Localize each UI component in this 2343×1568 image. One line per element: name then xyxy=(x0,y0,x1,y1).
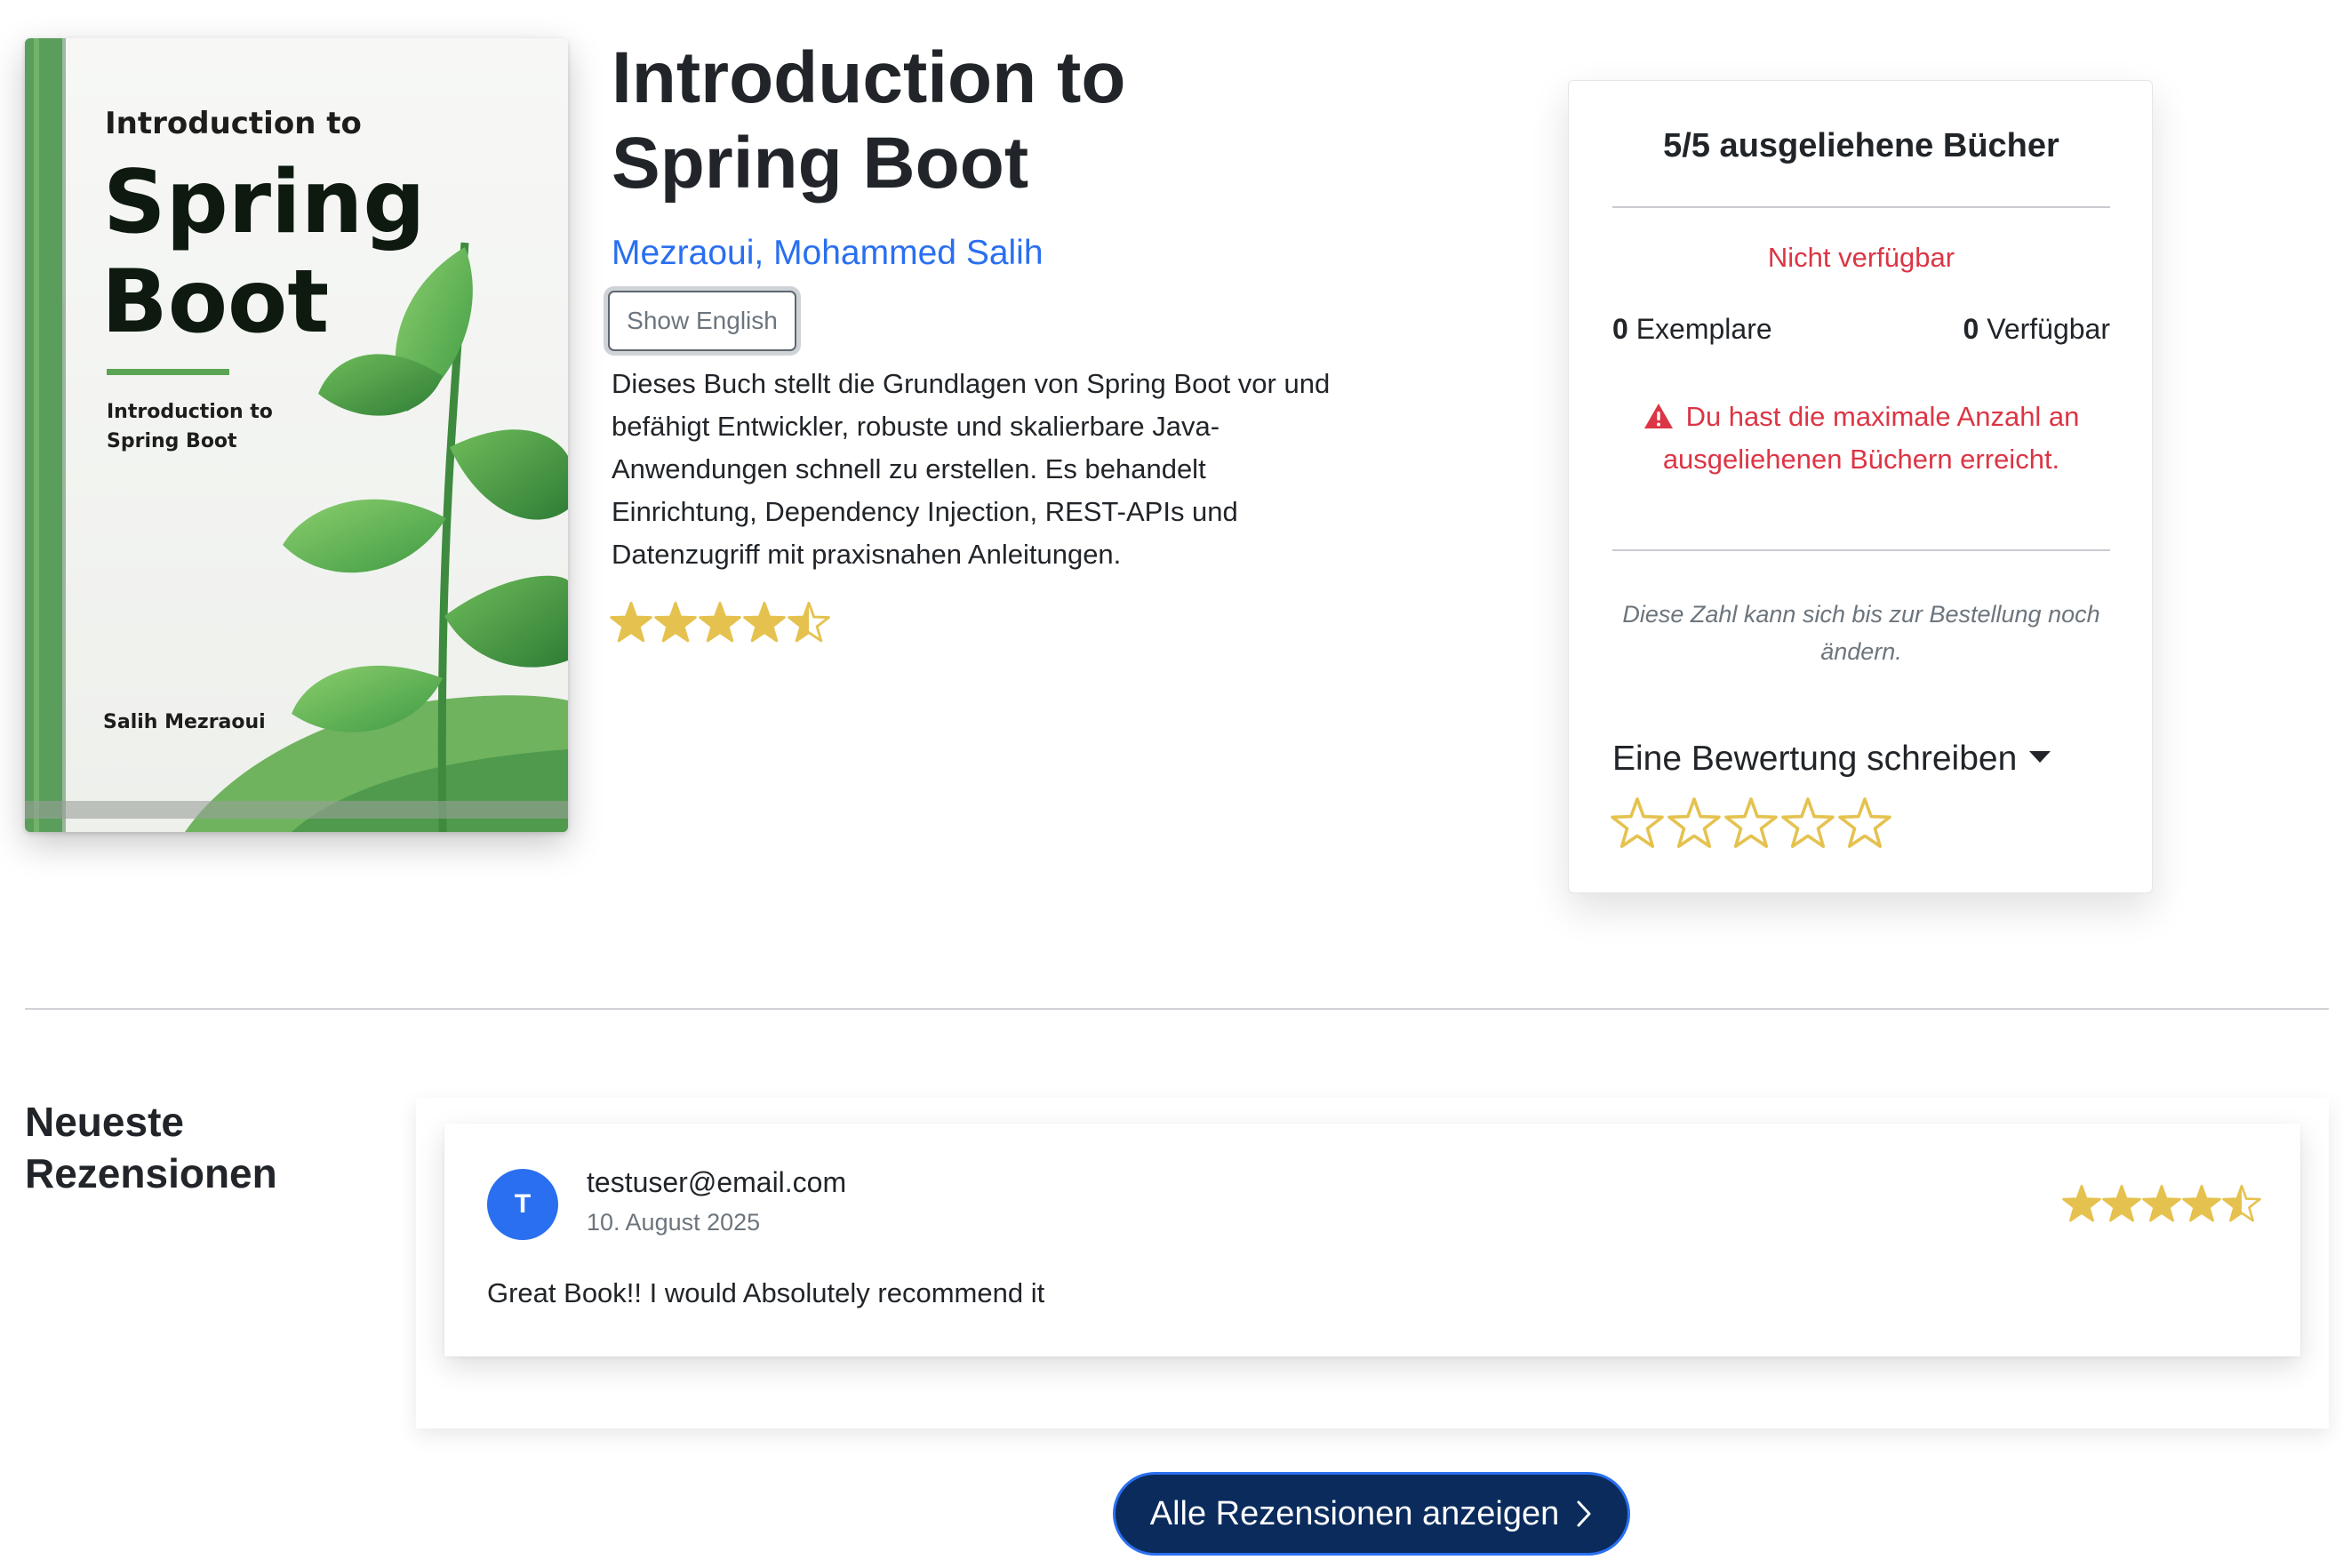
star-full-icon xyxy=(2102,1184,2141,1223)
available-stat: 0 Verfügbar xyxy=(1778,313,2110,346)
reviews-heading: Neueste Rezensionen xyxy=(25,1099,277,1196)
star-outline-icon[interactable] xyxy=(1611,796,1664,850)
card-divider-2 xyxy=(1612,549,2110,551)
availability-status: Nicht verfügbar xyxy=(1767,242,1955,273)
all-reviews-label: Alle Rezensionen anzeigen xyxy=(1149,1494,1560,1532)
review-rating xyxy=(2062,1184,2261,1223)
warning-triangle-icon xyxy=(1643,404,1673,428)
write-review-label: Eine Bewertung schreiben xyxy=(1612,740,2018,778)
caret-down-icon xyxy=(2029,751,2051,763)
star-full-icon xyxy=(654,601,697,645)
star-outline-icon[interactable] xyxy=(1724,796,1778,850)
book-cover-art: Introduction to Spring Boot Introduction… xyxy=(25,38,568,832)
cover-author: Salih Mezraoui xyxy=(103,711,266,733)
borrow-limit-alert-text: Du hast die maximale Anzahl an ausgelieh… xyxy=(1662,401,2080,475)
star-outline-icon[interactable] xyxy=(1667,796,1721,850)
copies-count: 0 xyxy=(1612,313,1628,345)
borrowed-count-heading: 5/5 ausgeliehene Bücher xyxy=(1663,127,2059,164)
author-link[interactable]: Mezraoui, Mohammed Salih xyxy=(612,234,1044,273)
star-outline-icon[interactable] xyxy=(1781,796,1835,850)
review-card xyxy=(444,1124,2300,1356)
review-star-input[interactable] xyxy=(1611,796,1891,850)
review-date: 10. August 2025 xyxy=(587,1209,761,1236)
star-full-icon xyxy=(2142,1184,2181,1223)
star-full-icon xyxy=(699,601,741,645)
star-half-icon xyxy=(788,601,830,645)
copies-label: Exemplare xyxy=(1635,313,1772,345)
borrow-limit-alert: Du hast die maximale Anzahl an ausgelieh… xyxy=(1612,396,2110,481)
cover-title-line-3: Boot xyxy=(101,252,329,353)
review-text: Great Book!! I would Absolutely recommen… xyxy=(487,1277,1045,1308)
reviewer-email: testuser@email.com xyxy=(587,1166,847,1198)
chevron-right-icon xyxy=(1577,1500,1591,1527)
write-review-toggle[interactable]: Eine Bewertung schreiben xyxy=(1612,740,2051,779)
star-full-icon xyxy=(2062,1184,2101,1223)
cover-title-line-1: Introduction to xyxy=(105,106,362,141)
star-full-icon xyxy=(743,601,786,645)
available-count: 0 xyxy=(1963,313,1979,345)
star-full-icon xyxy=(610,601,652,645)
star-outline-icon[interactable] xyxy=(1838,796,1891,850)
copies-stat: 0 Exemplare xyxy=(1612,313,1772,346)
avatar: T xyxy=(487,1169,558,1240)
show-english-button[interactable]: Show English xyxy=(608,291,796,351)
book-cover: Introduction to Spring Boot Introduction… xyxy=(25,38,568,832)
availability-note: Diese Zahl kann sich bis zur Bestellung … xyxy=(1622,601,2100,665)
all-reviews-button[interactable]: Alle Rezensionen anzeigen xyxy=(1113,1472,1630,1556)
book-description: Dieses Buch stellt die Grundlagen von Sp… xyxy=(612,368,1331,570)
average-rating xyxy=(610,601,830,645)
star-full-icon xyxy=(2182,1184,2221,1223)
section-divider xyxy=(25,1008,2329,1010)
star-half-icon xyxy=(2222,1184,2261,1223)
card-divider xyxy=(1612,206,2110,208)
book-title: Introduction to Spring Boot xyxy=(612,37,1126,204)
cover-subtitle-line-2: Spring Boot xyxy=(107,430,237,452)
available-label: Verfügbar xyxy=(1987,313,2110,345)
cover-title-line-2: Spring xyxy=(103,152,426,253)
cover-subtitle-line-1: Introduction to xyxy=(107,401,273,423)
